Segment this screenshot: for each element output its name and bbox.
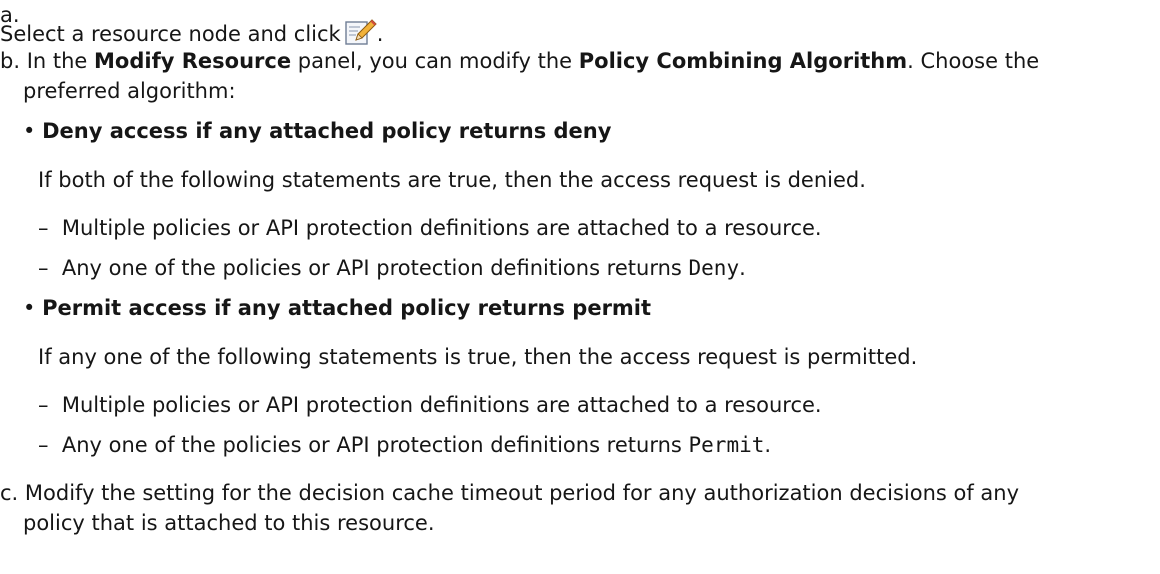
option-deny-item-2: – Any one of the policies or API protect…: [38, 253, 746, 283]
item-text: Multiple policies or API protection defi…: [61, 216, 822, 240]
item-text: Any one of the policies or API protectio…: [61, 433, 689, 457]
dash: –: [38, 216, 49, 240]
step-a-text-before: Select a resource node and click: [0, 22, 341, 46]
dash: –: [38, 393, 49, 417]
step-b-line2: preferred algorithm:: [23, 79, 236, 103]
bullet: •: [23, 296, 36, 320]
item-text: Any one of the policies or API protectio…: [61, 256, 689, 280]
item-text-end: .: [739, 256, 746, 280]
step-b-marker: b.: [0, 49, 21, 73]
option-permit-item-2: – Any one of the policies or API protect…: [38, 430, 771, 460]
option-deny: • Deny access if any attached policy ret…: [23, 116, 611, 146]
dash: –: [38, 256, 49, 280]
field-name: Policy Combining Algorithm: [578, 49, 908, 73]
step-b-line1: b. In the Modify Resource panel, you can…: [0, 46, 1039, 76]
option-permit-title: Permit access if any attached policy ret…: [42, 296, 652, 320]
step-c-line2: policy that is attached to this resource…: [23, 511, 435, 535]
code-deny: Deny: [688, 256, 740, 280]
item-text-end: .: [764, 433, 772, 457]
edit-icon: [345, 17, 377, 47]
option-permit: • Permit access if any attached policy r…: [23, 293, 651, 323]
step-b-text-2: panel, you can modify the: [291, 49, 579, 73]
panel-name: Modify Resource: [94, 49, 292, 73]
step-b-text-1: In the: [26, 49, 95, 73]
bullet: •: [23, 119, 36, 143]
step-c-text-1: Modify the setting for the decision cach…: [24, 481, 1020, 505]
code-permit: Permit: [688, 433, 765, 457]
option-permit-item-1: – Multiple policies or API protection de…: [38, 390, 822, 420]
step-a-text-after: .: [376, 22, 384, 46]
item-text: Multiple policies or API protection defi…: [61, 393, 822, 417]
step-a-text: Select a resource node and click .: [0, 17, 383, 49]
step-c-line1: c. Modify the setting for the decision c…: [0, 478, 1019, 508]
option-deny-title: Deny access if any attached policy retur…: [42, 119, 612, 143]
option-deny-item-1: – Multiple policies or API protection de…: [38, 213, 822, 243]
dash: –: [38, 433, 49, 457]
option-permit-desc: If any one of the following statements i…: [38, 345, 918, 369]
step-c-marker: c.: [0, 481, 19, 505]
step-b-text-3: . Choose the: [907, 49, 1040, 73]
option-deny-desc: If both of the following statements are …: [38, 168, 866, 192]
